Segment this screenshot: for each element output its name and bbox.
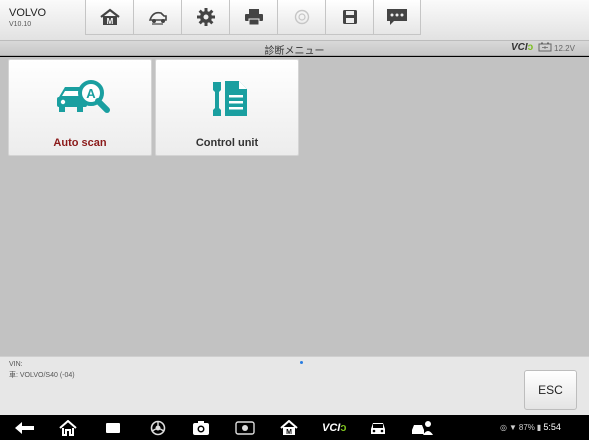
svg-text:A: A (86, 86, 96, 101)
toolbar: M (85, 0, 421, 35)
system-nav-bar: M VCI ↄ ◎ ▼ 87% ▮ 5:54 (0, 415, 589, 440)
vin-label: VIN: (9, 361, 23, 368)
settings-icon (196, 7, 216, 27)
vehicle-swap-button[interactable] (133, 0, 181, 35)
esc-button[interactable]: ESC (524, 370, 577, 410)
help-button[interactable] (277, 0, 325, 35)
page-title: 診断メニュー (264, 46, 325, 57)
recent-apps-icon[interactable] (105, 419, 121, 436)
vehicle-path: 車: VOLVO/S40 (-04) (9, 372, 75, 379)
screen-record-icon[interactable] (235, 419, 255, 436)
vci-status-icon: VCIↄ (511, 42, 534, 53)
data-logging-icon (386, 8, 408, 26)
vehicle-version: V10.10 (9, 21, 32, 28)
vehicle-swap-icon (147, 8, 169, 26)
top-bar: VOLVO V10.10 M (0, 0, 589, 41)
clock: 5:54 (543, 422, 561, 432)
vehicle-nav-icon[interactable] (368, 419, 388, 436)
maxisys-home-icon[interactable]: M (279, 419, 299, 436)
alarm-icon: ◎ (500, 422, 507, 432)
wifi-icon: ▼ (508, 422, 517, 432)
auto-scan-icon: A (45, 78, 115, 123)
car-battery-icon (538, 42, 552, 54)
function-grid: A Auto scan Control unit (0, 57, 589, 356)
back-icon[interactable] (14, 419, 36, 436)
title-bar: 診断メニュー VCIↄ 12.2V (0, 41, 589, 57)
info-bar: VIN: 車: VOLVO/S40 (-04) ESC (0, 356, 589, 415)
print-icon (244, 8, 264, 26)
repair-shop-icon[interactable] (410, 419, 434, 436)
battery-voltage: 12.2V (538, 42, 575, 54)
help-icon (294, 9, 310, 25)
data-logging-button[interactable] (373, 0, 421, 35)
vci-nav-icon[interactable]: VCI ↄ (322, 419, 346, 436)
home-icon: M (99, 8, 121, 26)
print-button[interactable] (229, 0, 277, 35)
status-bar: ◎ ▼ 87% ▮ 5:54 (500, 422, 561, 432)
camera-icon[interactable] (192, 419, 210, 436)
vehicle-name: VOLVO (9, 7, 47, 19)
control-unit-tile[interactable]: Control unit (155, 59, 299, 156)
settings-button[interactable] (181, 0, 229, 35)
control-unit-icon (197, 78, 257, 123)
save-icon (342, 9, 358, 25)
home-button[interactable]: M (85, 0, 133, 35)
auto-scan-tile[interactable]: A Auto scan (8, 59, 152, 156)
battery-icon: ▮ (536, 422, 542, 432)
save-button[interactable] (325, 0, 373, 35)
svg-text:M: M (106, 17, 113, 26)
control-unit-label: Control unit (195, 137, 259, 149)
home-nav-icon[interactable] (58, 419, 78, 436)
battery-percent: 87% (518, 422, 535, 432)
auto-scan-label: Auto scan (53, 137, 107, 149)
svg-text:M: M (286, 429, 292, 436)
browser-icon[interactable] (150, 419, 166, 436)
page-indicator (300, 361, 303, 364)
